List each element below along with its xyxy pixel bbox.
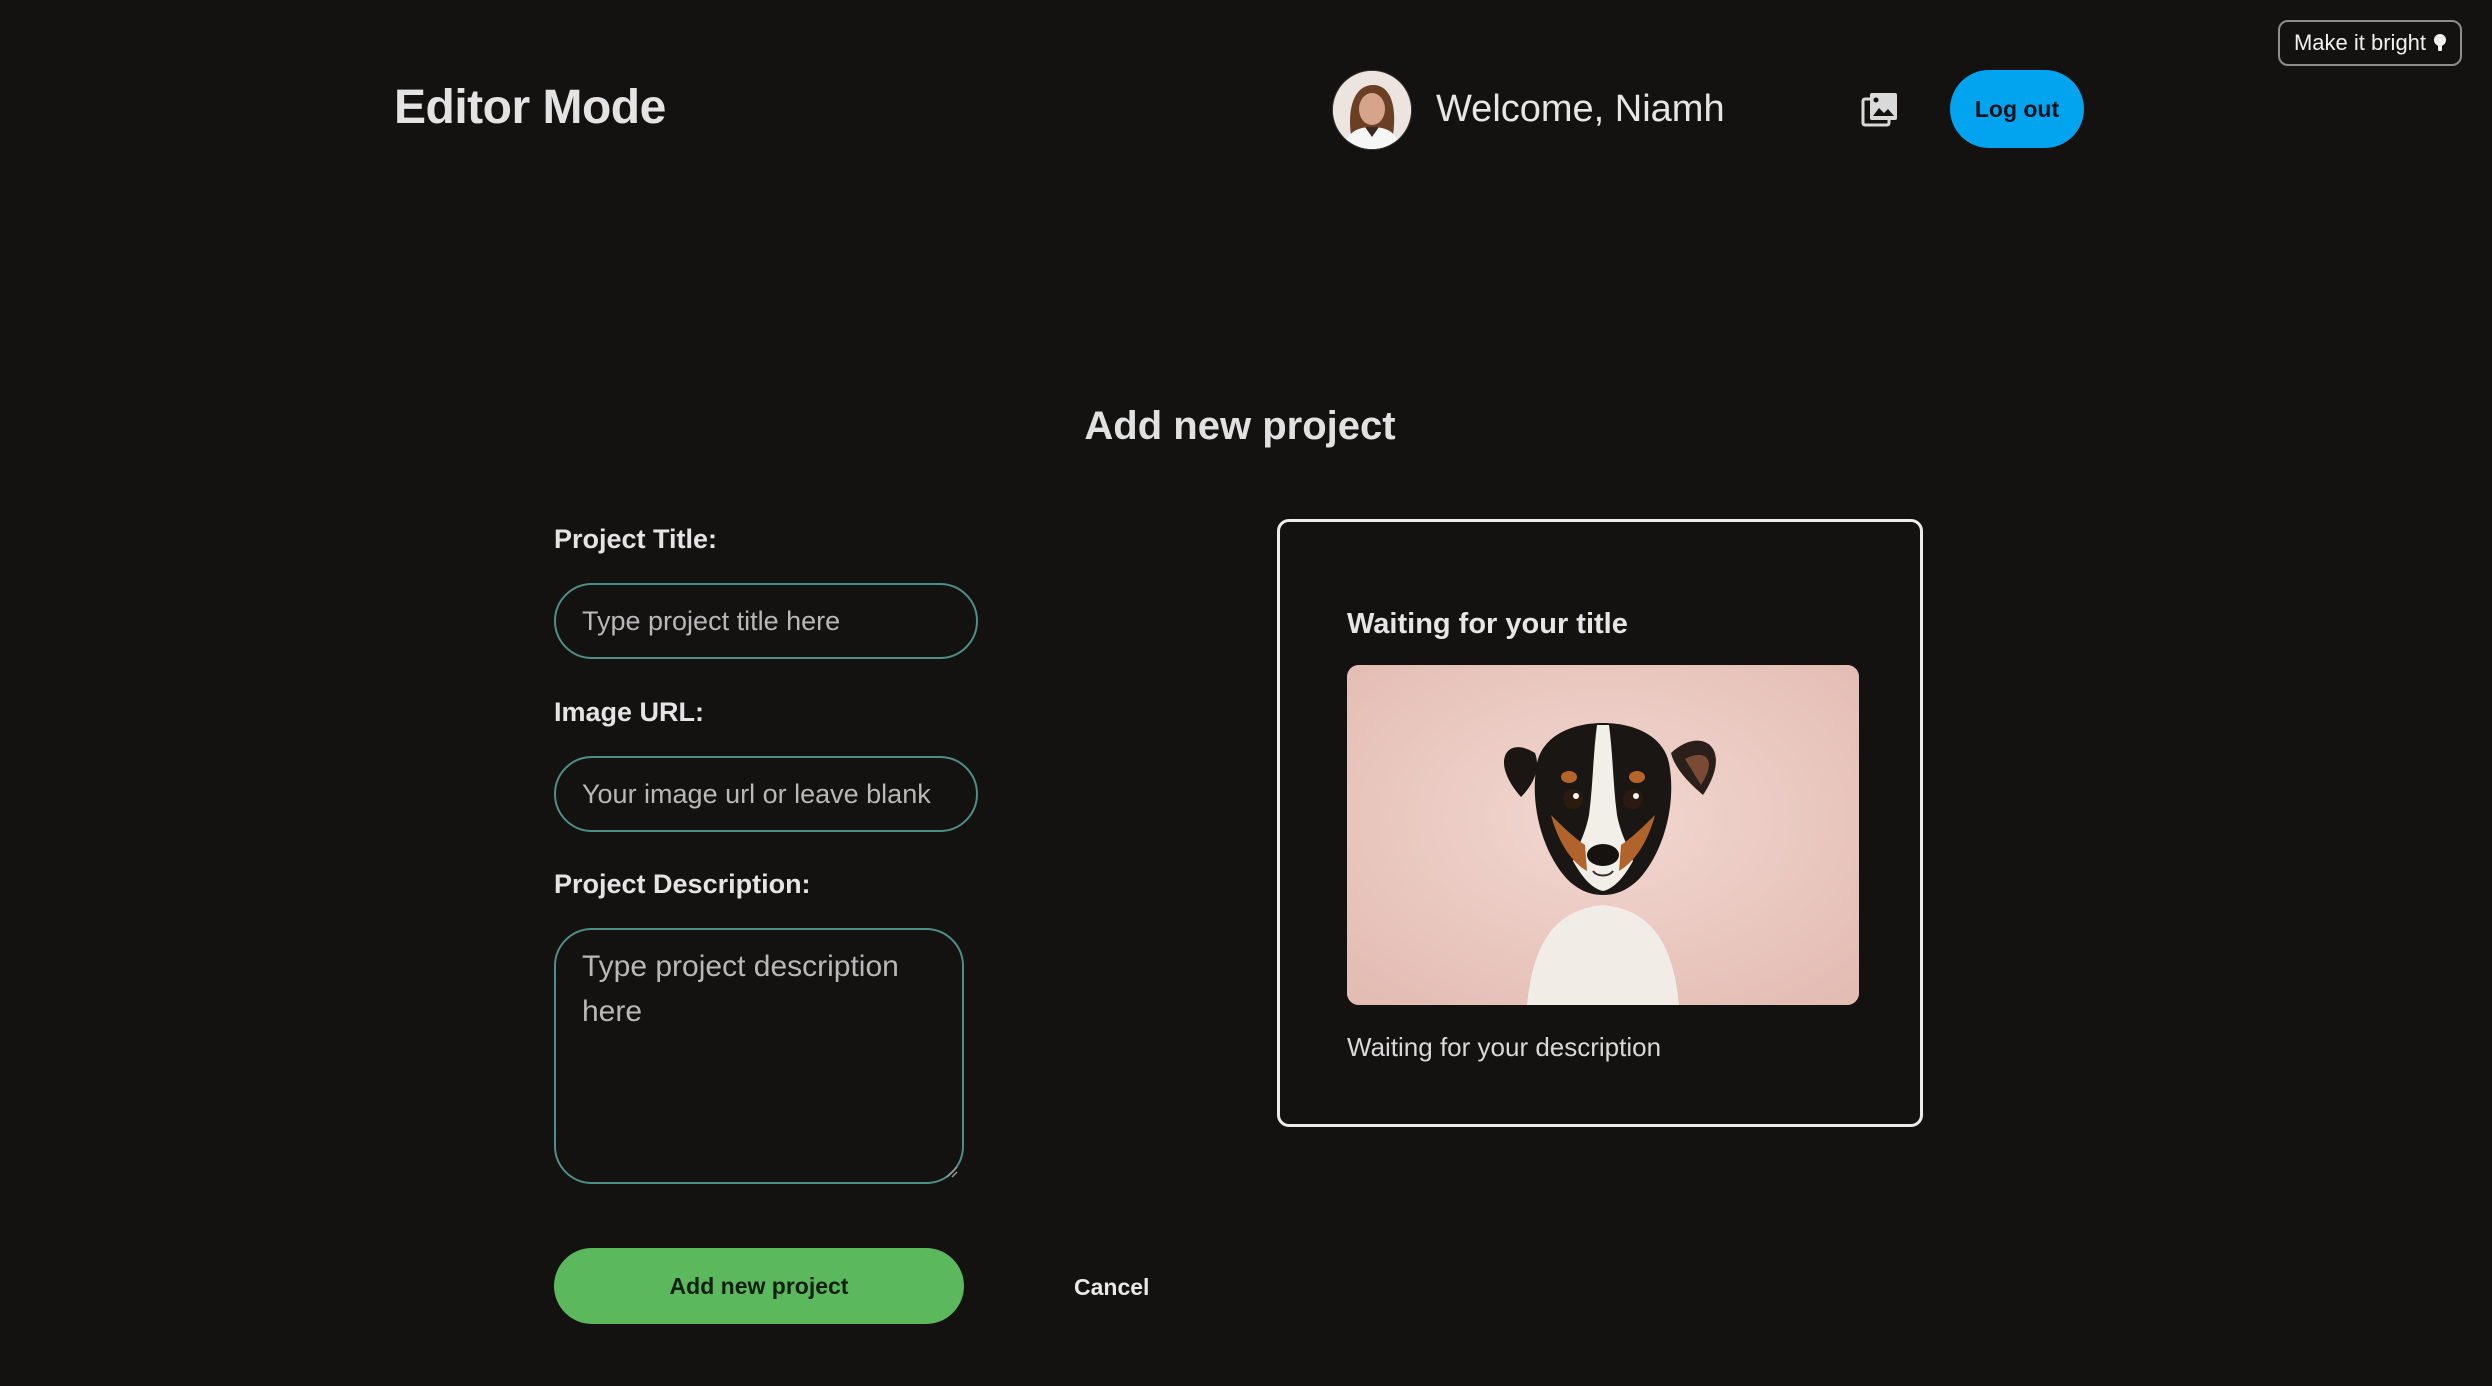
- project-title-placeholder: Type project title here: [582, 605, 841, 636]
- add-new-project-button[interactable]: Add new project: [554, 1248, 964, 1324]
- preview-image: [1347, 665, 1859, 1005]
- brand-title: Editor Mode: [394, 81, 666, 134]
- preview-title: Waiting for your title: [1347, 608, 1628, 640]
- lightbulb-icon: [2434, 34, 2447, 52]
- theme-toggle-label: Make it bright: [2293, 30, 2427, 55]
- image-gallery-icon[interactable]: [1860, 90, 1900, 130]
- project-title-input[interactable]: Type project title here: [554, 583, 978, 659]
- project-preview-card: Waiting for your title Waiting for your …: [1277, 519, 1923, 1127]
- image-url-placeholder: Your image url or leave blank: [582, 778, 931, 809]
- user-avatar-image: [1333, 71, 1411, 149]
- project-description-placeholder: Type project description here: [582, 950, 899, 1028]
- project-description-textarea[interactable]: Type project description here: [554, 928, 964, 1184]
- page-title: Add new project: [0, 404, 2492, 449]
- image-url-label: Image URL:: [554, 697, 705, 727]
- project-title-label: Project Title:: [554, 524, 718, 554]
- dog-photo: [1347, 665, 1859, 1005]
- preview-description: Waiting for your description: [1347, 1032, 1662, 1062]
- resize-handle-icon[interactable]: [946, 1166, 958, 1178]
- avatar: [1332, 70, 1412, 150]
- theme-toggle-button[interactable]: Make it bright: [2278, 20, 2462, 66]
- cancel-button[interactable]: Cancel: [1074, 1274, 1149, 1301]
- image-url-input[interactable]: Your image url or leave blank: [554, 756, 978, 832]
- page-title-text: Add new project: [1084, 404, 1396, 448]
- logout-button[interactable]: Log out: [1950, 70, 2084, 148]
- welcome-message: Welcome, Niamh: [1436, 88, 1725, 130]
- project-description-label: Project Description:: [554, 869, 811, 899]
